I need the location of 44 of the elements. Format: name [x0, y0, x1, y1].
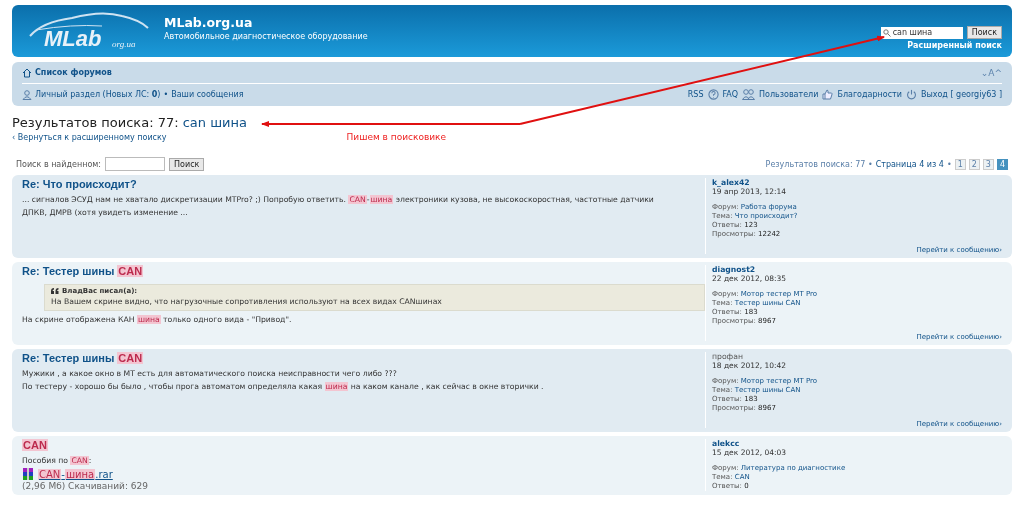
advanced-search-link[interactable]: Расширенный поиск — [907, 41, 1002, 50]
post-title[interactable]: Re: Тестер шины CAN — [22, 265, 144, 277]
home-icon — [22, 67, 32, 78]
users-icon — [742, 89, 755, 100]
annotation-text: Пишем в поисковике — [346, 132, 447, 142]
archive-icon — [22, 468, 34, 480]
rss-link[interactable]: RSS — [687, 90, 704, 99]
post-title[interactable]: Re: Тестер шины CAN — [22, 352, 144, 364]
site-title[interactable]: MLab.org.ua — [164, 15, 368, 30]
page-link[interactable]: 4 — [996, 158, 1008, 170]
users-link[interactable]: Пользователи — [759, 90, 819, 99]
search-icon — [882, 28, 891, 37]
user-link[interactable]: Ваши сообщения — [171, 90, 244, 99]
thanks-link[interactable]: Благодарности — [837, 90, 902, 99]
back-link[interactable]: ‹ Вернуться к расширенному поиску — [12, 132, 167, 142]
post-title[interactable]: Re: Что происходит? — [22, 178, 137, 190]
search-button[interactable]: Поиск — [966, 26, 1002, 39]
attachment-link[interactable]: CAN-шина.rar — [38, 468, 113, 480]
page-info[interactable]: Страница 4 из 4 — [875, 159, 944, 169]
page-link[interactable]: 1 — [954, 158, 966, 170]
search-within-field[interactable] — [105, 157, 165, 171]
post-title[interactable]: CAN — [22, 439, 48, 451]
quote-icon — [51, 288, 59, 294]
power-icon — [905, 89, 917, 100]
thumbs-up-icon — [822, 89, 834, 100]
help-icon — [707, 89, 719, 100]
logo-suffix: org.ua — [112, 39, 136, 49]
results-count: Результатов поиска: 77 • — [765, 159, 873, 169]
logo-text[interactable]: MLab — [44, 26, 102, 52]
separator: • — [946, 159, 952, 169]
user-icon — [22, 89, 32, 100]
forum-index-link[interactable]: Список форумов — [35, 68, 112, 77]
separator: • — [163, 90, 169, 99]
site-description: Автомобильное диагностическое оборудование — [164, 32, 368, 41]
search-within-label: Поиск в найденном: — [16, 159, 101, 169]
user-link[interactable]: Личный раздел (Новых ЛС: 0) — [35, 90, 161, 99]
page-link[interactable]: 2 — [968, 158, 980, 170]
search-field[interactable]: can шина — [880, 26, 963, 39]
search-results-heading: Результатов поиска: 77: can шина — [12, 115, 247, 130]
logout-link[interactable]: Выход [ georgiy63 ] — [920, 90, 1002, 99]
faq-link[interactable]: FAQ — [722, 90, 738, 99]
attachment-info: (2,96 Мб) Скачиваний: 629 — [22, 481, 148, 491]
search-within-button[interactable]: Поиск — [169, 157, 205, 171]
page-link[interactable]: 3 — [982, 158, 994, 170]
